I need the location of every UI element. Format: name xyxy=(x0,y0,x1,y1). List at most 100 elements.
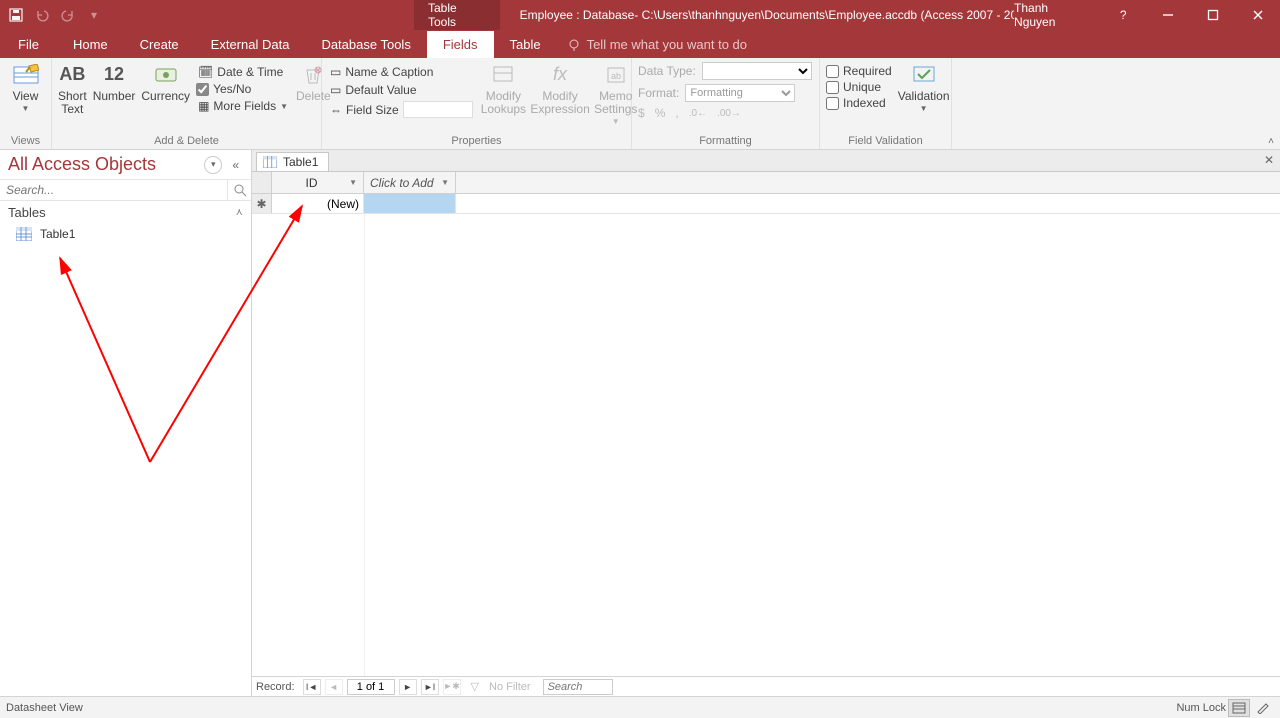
record-position-input[interactable] xyxy=(347,679,395,695)
more-fields-button[interactable]: ▦More Fields▼ xyxy=(196,98,290,114)
contextual-tab-table-tools: Table Tools xyxy=(414,0,500,30)
modify-expression-button[interactable]: fx Modify Expression xyxy=(532,62,588,116)
undo-icon[interactable] xyxy=(32,5,52,25)
tab-file[interactable]: File xyxy=(0,31,57,58)
row-selector-new[interactable]: ✱ xyxy=(252,194,272,213)
cell-new-field[interactable] xyxy=(364,194,456,213)
data-type-label: Data Type: xyxy=(638,64,696,78)
new-record-icon[interactable]: ►✱ xyxy=(443,679,461,695)
nav-collapse-icon[interactable]: « xyxy=(228,158,243,172)
yes-no-check-icon xyxy=(196,83,209,96)
field-size-button[interactable]: ⇔Field Size xyxy=(328,100,475,119)
name-caption-button[interactable]: ▭Name & Caption xyxy=(328,64,475,80)
nav-item-table1[interactable]: Table1 xyxy=(0,224,251,244)
currency-format-icon[interactable]: $ xyxy=(638,106,645,120)
datasheet: ID ▼ Click to Add ▼ ✱ (New) xyxy=(252,172,1280,676)
cell-id-new[interactable]: (New) xyxy=(272,194,364,213)
date-time-button[interactable]: 🗓Date & Time xyxy=(196,64,290,80)
document-tab-table1[interactable]: Table1 xyxy=(256,152,329,171)
calendar-icon: 🗓 xyxy=(198,65,213,79)
indexed-check[interactable]: Indexed xyxy=(826,96,892,110)
redo-icon[interactable] xyxy=(58,5,78,25)
nav-pane-title[interactable]: All Access Objects xyxy=(8,154,198,175)
short-text-button[interactable]: AB Short Text xyxy=(58,62,87,116)
currency-button[interactable]: Currency xyxy=(141,62,190,103)
collapse-ribbon-icon[interactable]: ˄ xyxy=(1268,136,1274,147)
group-label-views: Views xyxy=(6,135,45,149)
memo-settings-button[interactable]: ab Memo Settings ▼ xyxy=(594,62,637,127)
validation-button[interactable]: Validation ▼ xyxy=(898,62,950,114)
short-text-label: Short Text xyxy=(58,90,87,116)
record-label: Record: xyxy=(256,681,295,693)
datasheet-header: ID ▼ Click to Add ▼ xyxy=(252,172,1280,194)
unique-check[interactable]: Unique xyxy=(826,80,892,94)
tab-external-data[interactable]: External Data xyxy=(195,31,306,58)
fx-icon: fx xyxy=(547,62,573,88)
select-all-corner[interactable] xyxy=(252,172,272,193)
format-select[interactable]: Formatting xyxy=(685,84,795,102)
group-label-formatting: Formatting xyxy=(638,135,813,149)
tab-home[interactable]: Home xyxy=(57,31,124,58)
filter-status-icon: ▽ xyxy=(471,680,479,693)
group-views: View ▼ Views xyxy=(0,58,52,149)
account-name[interactable]: Thanh Nguyen xyxy=(1014,1,1091,29)
group-label-validation: Field Validation xyxy=(826,135,945,149)
grid-background xyxy=(272,214,1280,676)
document-tab-label: Table1 xyxy=(283,155,318,169)
percent-format-icon[interactable]: % xyxy=(655,106,666,120)
content-area: All Access Objects ▾ « Tables ⋏ Table1 T… xyxy=(0,150,1280,696)
qat-customize-icon[interactable]: ▾ xyxy=(84,5,104,25)
tell-me-search[interactable]: Tell me what you want to do xyxy=(557,31,757,58)
chevron-down-icon: ▼ xyxy=(280,102,288,111)
required-check[interactable]: Required xyxy=(826,64,892,78)
decrease-decimals-icon[interactable]: .00→ xyxy=(717,108,741,119)
maximize-button[interactable] xyxy=(1190,0,1235,30)
ribbon-tabs: File Home Create External Data Database … xyxy=(0,30,1280,58)
nav-section-tables[interactable]: Tables ⋏ xyxy=(0,201,251,224)
group-label-properties: Properties xyxy=(328,135,625,149)
yes-no-button[interactable]: Yes/No xyxy=(196,82,290,96)
default-value-button[interactable]: ▭Default Value xyxy=(328,82,475,98)
group-field-validation: Required Unique Indexed Validation ▼ Fie… xyxy=(820,58,952,149)
view-button[interactable]: View ▼ xyxy=(6,62,45,114)
design-view-button[interactable] xyxy=(1252,699,1274,717)
nav-search-input[interactable] xyxy=(0,180,227,200)
chevron-down-icon: ▼ xyxy=(920,105,928,114)
datasheet-view-button[interactable] xyxy=(1228,699,1250,717)
group-label-add-delete: Add & Delete xyxy=(58,135,315,149)
tab-create[interactable]: Create xyxy=(124,31,195,58)
svg-text:ab: ab xyxy=(611,71,621,81)
view-label: View xyxy=(13,90,39,103)
currency-label: Currency xyxy=(141,90,190,103)
data-type-select[interactable] xyxy=(702,62,812,80)
field-size-input[interactable] xyxy=(403,101,473,118)
column-dropdown-icon[interactable]: ▼ xyxy=(349,178,357,187)
table-row-new: ✱ (New) xyxy=(252,194,1280,214)
increase-decimals-icon[interactable]: .0← xyxy=(689,108,707,119)
search-icon[interactable] xyxy=(227,180,251,200)
last-record-icon[interactable]: ►I xyxy=(421,679,439,695)
tab-database-tools[interactable]: Database Tools xyxy=(305,31,426,58)
modify-lookups-button[interactable]: Modify Lookups xyxy=(481,62,526,116)
first-record-icon[interactable]: I◄ xyxy=(303,679,321,695)
group-properties: ▭Name & Caption ▭Default Value ⇔Field Si… xyxy=(322,58,632,149)
comma-format-icon[interactable]: , xyxy=(675,106,678,120)
record-search-input[interactable] xyxy=(543,679,613,695)
status-bar: Datasheet View Num Lock xyxy=(0,696,1280,718)
tab-fields[interactable]: Fields xyxy=(427,31,494,58)
tab-table[interactable]: Table xyxy=(494,31,557,58)
prev-record-icon[interactable]: ◄ xyxy=(325,679,343,695)
close-document-icon[interactable]: ✕ xyxy=(1264,153,1274,167)
number-button[interactable]: 12 Number xyxy=(93,62,136,103)
no-filter-label: No Filter xyxy=(489,681,531,693)
column-click-to-add[interactable]: Click to Add ▼ xyxy=(364,172,456,193)
format-label: Format: xyxy=(638,86,679,100)
minimize-button[interactable] xyxy=(1146,0,1191,30)
next-record-icon[interactable]: ► xyxy=(399,679,417,695)
nav-filter-dropdown-icon[interactable]: ▾ xyxy=(204,156,222,174)
help-icon[interactable]: ? xyxy=(1101,0,1146,30)
column-dropdown-icon[interactable]: ▼ xyxy=(441,178,449,187)
save-icon[interactable] xyxy=(6,5,26,25)
column-id[interactable]: ID ▼ xyxy=(272,172,364,193)
close-button[interactable] xyxy=(1235,0,1280,30)
